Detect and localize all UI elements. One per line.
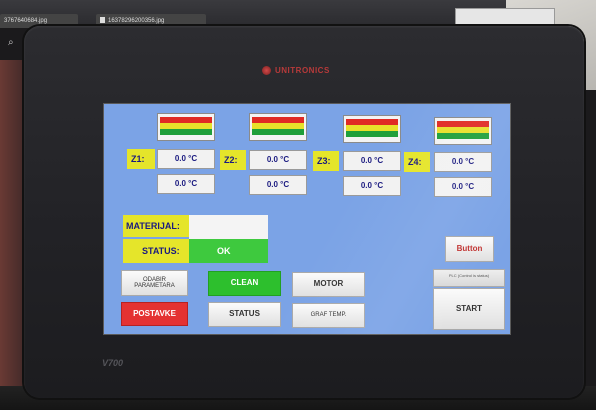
graf-temp-button[interactable]: GRAF TEMP. [292,303,365,328]
gauge-green-bar [252,129,304,135]
zone1-gauge [157,113,215,141]
zone2-label: Z2: [220,150,246,170]
zone1-label: Z1: [127,149,155,169]
clean-button[interactable]: CLEAN [208,271,281,296]
zone4-temp-top: 0.0 °C [434,152,492,172]
file-icon [100,17,105,24]
odabir-parametara-button[interactable]: ODABIR PARAMETARA [121,270,188,296]
material-field[interactable] [189,215,268,239]
plc-status-label: PLC (Control is status) [433,269,505,287]
zone2-temp-top: 0.0 °C [249,150,307,170]
unitronics-logo-icon [262,66,271,75]
zone3-temp-bottom: 0.0 °C [343,176,401,196]
motor-button[interactable]: MOTOR [292,272,365,297]
tab-title: 3767640684.jpg [4,18,48,24]
gauge-green-bar [437,133,489,139]
model-label: V700 [102,358,124,368]
zone4-label: Z4: [404,152,430,172]
zone2-temp-bottom: 0.0 °C [249,175,307,195]
hmi-screen: Z1: Z2: Z3: Z4: 0.0 °C 0.0 °C 0.0 °C 0.0… [103,103,511,335]
zone2-gauge [249,113,307,141]
status-button[interactable]: STATUS [208,302,281,327]
brand-label: UNITRONICS [275,66,330,75]
zone4-gauge [434,117,492,145]
search-icon[interactable]: ⌕ [8,36,22,50]
generic-button[interactable]: Button [445,236,494,262]
zone3-label: Z3: [313,151,339,171]
gauge-green-bar [160,129,212,135]
status-label: STATUS: [123,239,189,263]
gauge-green-bar [346,131,398,137]
zone1-temp-top: 0.0 °C [157,149,215,169]
zone4-temp-bottom: 0.0 °C [434,177,492,197]
zone3-gauge [343,115,401,143]
zone1-temp-bottom: 0.0 °C [157,174,215,194]
postavke-button[interactable]: POSTAVKE [121,302,188,326]
zone3-temp-top: 0.0 °C [343,151,401,171]
start-button[interactable]: START [433,288,505,330]
material-label: MATERIJAL: [123,215,189,237]
tab-title: 16378296200356.jpg [108,18,165,24]
status-ok-field: OK [189,239,268,263]
